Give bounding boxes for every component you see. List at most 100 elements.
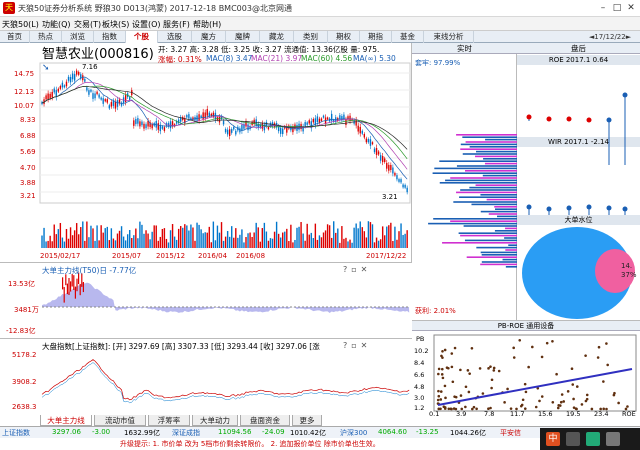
pb-roe-panel[interactable]: PB-ROE 通用设备 PB 10.2 8.4 6.6 4.8 3.0 1.2 … [412, 320, 640, 418]
volume-bar [194, 240, 196, 248]
volume-bar [290, 224, 292, 248]
menu-service[interactable]: 服务(F) [163, 19, 190, 30]
volume-bar [120, 226, 123, 248]
close-icon[interactable]: ✕ [624, 2, 638, 14]
wir-dot [606, 205, 612, 211]
scatter-point [475, 407, 478, 411]
chip-bar [480, 251, 517, 254]
hs300-name[interactable]: 沪深300 [340, 428, 367, 438]
volume-bar [228, 236, 231, 248]
panel-tools-icon[interactable]: ?▫✕ [343, 341, 371, 350]
tab-fund[interactable]: 基金 [392, 31, 424, 43]
tab-main-force[interactable]: 大单主力线 [40, 415, 92, 426]
chip-bar [462, 136, 517, 138]
scatter-point [436, 398, 440, 402]
date-navigator[interactable]: ◄17/12/22► [582, 32, 638, 42]
tab-cube[interactable]: 魔方 [192, 31, 226, 43]
after-hours-panel[interactable]: 盘后 ROE 2017.1 0.64 WIR 2017.1 -2.14 大单水位… [517, 43, 640, 325]
chip-bar [456, 191, 517, 194]
candle-body [312, 119, 315, 123]
chip-bar [481, 254, 517, 256]
volume-bar [357, 228, 359, 248]
roe-wir-chart[interactable] [517, 65, 640, 215]
tab-stock[interactable]: 个股 [126, 31, 158, 43]
tab-futures[interactable]: 期指 [360, 31, 392, 43]
pb-roe-chart[interactable] [412, 331, 640, 417]
flow-peak-bar [62, 277, 64, 290]
chip-bar [428, 222, 517, 225]
tray-settings-icon[interactable] [606, 432, 620, 446]
tab-big-power[interactable]: 大单动力 [192, 415, 238, 426]
candle-body [396, 175, 398, 180]
volume-bar [53, 224, 55, 248]
menu-function[interactable]: 功能(Q) [42, 19, 71, 30]
sz-index-name[interactable]: 深证成指 [172, 428, 200, 438]
tab-dragon[interactable]: 藏龙 [260, 31, 294, 43]
candle-body [65, 81, 68, 87]
tray-network-icon[interactable] [586, 432, 600, 446]
minimize-icon[interactable]: – [596, 2, 610, 14]
candle-body [390, 165, 392, 170]
ime-icon[interactable]: 中 [546, 432, 560, 446]
scatter-point [551, 400, 555, 404]
tab-float-ratio[interactable]: 浮筹率 [148, 415, 190, 426]
volume-bar [102, 232, 104, 248]
candle-body [186, 115, 188, 118]
volume-bar [308, 234, 310, 248]
volume-bar [43, 227, 45, 248]
chip-bar [475, 155, 517, 158]
chip-chart[interactable] [412, 54, 517, 325]
volume-bar [235, 228, 237, 248]
chip-bar [494, 230, 517, 232]
y-tick: 2638.3 [12, 403, 37, 411]
sh-index-name[interactable]: 上证指数 [2, 428, 30, 438]
market-index-panel[interactable]: 大盘指数[上证指数]: [开] 3297.69 [高] 3307.33 [低] … [0, 338, 412, 416]
x-axis-label: ROE [622, 410, 636, 418]
tab-options[interactable]: 期权 [328, 31, 360, 43]
tab-more[interactable]: 更多 [292, 415, 322, 426]
tab-analysis[interactable]: 束线分析 [424, 31, 474, 43]
tab-card[interactable]: 魔牌 [226, 31, 260, 43]
volume-bar [51, 241, 53, 248]
tray-app-icon[interactable] [566, 432, 580, 446]
menu-settings[interactable]: 设置(O) [132, 19, 161, 30]
candle-body [133, 120, 135, 126]
menu-sector[interactable]: 板块(S) [102, 19, 129, 30]
kline-chart-panel[interactable]: 智慧农业(000816) 开: 3.27 高: 3.28 低: 3.25 收: … [0, 43, 412, 262]
tab-market-cap[interactable]: 流动市值 [94, 415, 146, 426]
maximize-icon[interactable]: □ [610, 2, 624, 14]
volume-bar [381, 226, 384, 248]
candle-body [57, 88, 60, 92]
y-tick: 12.13 [14, 88, 35, 96]
volume-bar [78, 234, 80, 248]
tab-select[interactable]: 选股 [158, 31, 192, 43]
scatter-point [487, 367, 490, 370]
broker-name[interactable]: 平安信 [500, 428, 521, 438]
tab-index[interactable]: 指数 [94, 31, 126, 43]
panel-tools-icon[interactable]: ?▫✕ [343, 265, 371, 274]
scatter-point [580, 403, 584, 406]
volume-bar [247, 233, 249, 248]
tab-browse[interactable]: 浏览 [62, 31, 94, 43]
volume-bar [353, 227, 355, 248]
kline-chart[interactable] [0, 43, 412, 262]
volume-bar [359, 221, 361, 248]
tab-category[interactable]: 类别 [294, 31, 328, 43]
tab-home[interactable]: 首页 [0, 31, 30, 43]
tab-hot[interactable]: 热点 [30, 31, 62, 43]
menu-trade[interactable]: 交易(T) [74, 19, 101, 30]
chip-distribution-panel[interactable]: 实时 套牢: 97.99% 获利: 2.01% [412, 43, 517, 325]
y-tick: 3481万 [14, 306, 39, 314]
tab-market-funds[interactable]: 盘面资金 [240, 415, 290, 426]
volume-bar [337, 228, 339, 248]
scatter-point [497, 369, 501, 373]
main-force-panel[interactable]: 大单主力线(T50)日 -7.77亿 ?▫✕ 13.53亿 3481万 -12.… [0, 262, 412, 338]
volume-bar [192, 227, 194, 248]
chip-bar [460, 189, 517, 191]
candle-body [73, 74, 76, 81]
scatter-point [468, 372, 471, 375]
menu-tianlang[interactable]: 天狼50(L) [2, 19, 39, 30]
menu-help[interactable]: 帮助(H) [193, 19, 221, 30]
y-tick: 8.33 [20, 116, 36, 124]
volume-bar [182, 227, 184, 248]
